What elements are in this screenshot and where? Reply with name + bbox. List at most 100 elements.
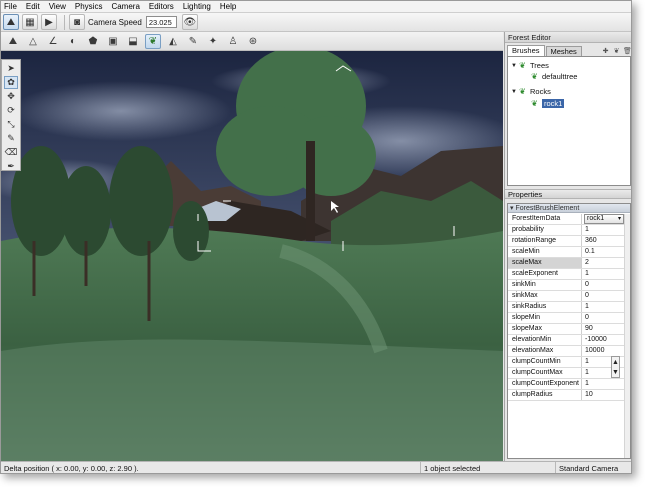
property-value[interactable]: rock1 ▾ (582, 214, 630, 224)
property-value[interactable]: 1 (582, 225, 630, 235)
menu-lighting[interactable]: Lighting (183, 2, 211, 11)
property-row[interactable]: slopeMin 0 (508, 313, 630, 324)
world-editor-icon[interactable]: ⛰ (3, 14, 19, 30)
property-row[interactable]: probability 1 (508, 225, 630, 236)
tab-brushes[interactable]: Brushes (507, 45, 545, 56)
sphere-icon[interactable]: ◐ (65, 34, 81, 49)
menu-editors[interactable]: Editors (149, 2, 174, 11)
arrow-down-icon[interactable]: ▼ (612, 369, 619, 376)
mesh-road-icon[interactable]: ◭ (165, 34, 181, 49)
property-key: sinkRadius (508, 302, 582, 312)
property-key: elevationMax (508, 346, 582, 356)
property-row[interactable]: scaleMin 0.1 (508, 247, 630, 258)
collapse-triangle-icon[interactable]: ▾ (510, 205, 514, 212)
property-key: slopeMax (508, 324, 582, 334)
tree-node-rock1[interactable]: ❦ rock1 (530, 98, 565, 109)
property-value[interactable]: 1 (582, 368, 630, 378)
chevron-down-icon[interactable]: ▾ (618, 215, 621, 223)
new-brush-icon[interactable]: ✚ (601, 46, 610, 55)
editor-window: File Edit View Physics Camera Editors Li… (0, 0, 632, 474)
property-value[interactable]: 0.1 (582, 247, 630, 257)
terrain-paint-icon[interactable]: △ (25, 34, 41, 49)
play-icon[interactable]: ▶ (41, 14, 57, 30)
road-editor-icon[interactable]: ∠ (45, 34, 61, 49)
property-row[interactable]: scaleMax 2 (508, 258, 630, 269)
material-icon[interactable]: ▣ (105, 34, 121, 49)
property-value[interactable]: 0 (582, 280, 630, 290)
camera-speed-input[interactable]: 23.025 (145, 16, 177, 28)
property-row[interactable]: clumpCountExponent 1 (508, 379, 630, 390)
property-value[interactable]: 90 (582, 324, 630, 334)
erase-icon[interactable]: ⌫ (4, 146, 18, 159)
gui-editor-icon[interactable]: ▦ (22, 14, 38, 30)
paint-tool-icon[interactable]: ✿ (4, 76, 18, 89)
property-row[interactable]: slopeMax 90 (508, 324, 630, 335)
tree-node-label: Rocks (530, 87, 551, 96)
property-value[interactable]: 10 (582, 390, 630, 400)
property-key: rotationRange (508, 236, 582, 246)
property-row[interactable]: scaleExponent 1 (508, 269, 630, 280)
property-value[interactable]: 1 (582, 302, 630, 312)
property-key: slopeMin (508, 313, 582, 323)
shield-icon[interactable]: ⬟ (85, 34, 101, 49)
leaf-icon: ❦ (531, 72, 538, 81)
decal-icon[interactable]: ⬓ (125, 34, 141, 49)
new-element-icon[interactable]: ❦ (612, 46, 621, 55)
menu-file[interactable]: File (4, 2, 17, 11)
menu-view[interactable]: View (49, 2, 66, 11)
tree-node-defaulttree[interactable]: ❦ defaulttree (530, 71, 577, 82)
property-value[interactable]: 10000 (582, 346, 630, 356)
collapse-triangle-icon[interactable]: ▼ (511, 89, 518, 95)
toolbar-separator (64, 14, 65, 30)
camera-icon[interactable]: ◙ (69, 14, 85, 30)
menu-camera[interactable]: Camera (111, 2, 139, 11)
property-row[interactable]: rotationRange 360 (508, 236, 630, 247)
rotate-icon[interactable]: ⟳ (4, 104, 18, 117)
property-grid-scrollbar[interactable] (624, 214, 630, 458)
scene-viewport[interactable] (1, 51, 503, 461)
menu-help[interactable]: Help (220, 2, 236, 11)
menu-edit[interactable]: Edit (26, 2, 40, 11)
brush-icon[interactable]: ✎ (185, 34, 201, 49)
property-value[interactable]: -10000 (582, 335, 630, 345)
particle-icon[interactable]: ✦ (205, 34, 221, 49)
property-row[interactable]: sinkRadius 1 (508, 302, 630, 313)
spinner-arrows[interactable]: ▲ ▼ (611, 356, 620, 378)
menu-physics[interactable]: Physics (75, 2, 103, 11)
move-icon[interactable]: ✥ (4, 90, 18, 103)
property-row[interactable]: sinkMax 0 (508, 291, 630, 302)
arrow-up-icon[interactable]: ▲ (612, 359, 619, 366)
scale-icon[interactable]: ⤡ (4, 118, 18, 131)
tree-node-trees[interactable]: ▼ ❦ Trees (511, 60, 549, 71)
property-group-header[interactable]: ▾ ForestBrushElement (508, 204, 630, 213)
eyedropper-icon[interactable]: ✒ (4, 160, 18, 173)
collapse-triangle-icon[interactable]: ▼ (511, 63, 518, 69)
property-key: scaleMin (508, 247, 582, 257)
forest-leaf-icon[interactable]: ❦ (145, 33, 161, 49)
tree-node-rocks[interactable]: ▼ ❦ Rocks (511, 86, 551, 97)
property-row[interactable]: ForestItemData rock1 ▾ (508, 214, 630, 225)
property-row[interactable]: elevationMin -10000 (508, 335, 630, 346)
visibility-eye-icon[interactable]: 👁 (181, 14, 198, 30)
forest-item-data-dropdown[interactable]: rock1 ▾ (584, 214, 624, 224)
navmesh-icon[interactable]: ⊛ (245, 34, 261, 49)
tab-meshes[interactable]: Meshes (545, 46, 582, 56)
shape-editor-icon[interactable]: ♙ (225, 34, 241, 49)
terrain-sculpt-icon[interactable]: ⛰ (5, 34, 21, 49)
property-value[interactable]: 0 (582, 291, 630, 301)
property-value[interactable]: 0 (582, 313, 630, 323)
property-key: scaleMax (508, 258, 582, 268)
property-key: scaleExponent (508, 269, 582, 279)
property-value[interactable]: 2 (582, 258, 630, 268)
property-value[interactable]: 1 (582, 269, 630, 279)
property-row[interactable]: clumpRadius 10 (508, 390, 630, 401)
select-arrow-icon[interactable]: ➤ (4, 62, 18, 75)
property-row[interactable]: sinkMin 0 (508, 280, 630, 291)
property-value[interactable]: 1 (582, 357, 630, 367)
property-key: elevationMin (508, 335, 582, 345)
property-value[interactable]: 360 (582, 236, 630, 246)
delete-trash-icon[interactable]: 🗑 (623, 46, 631, 55)
pencil-icon[interactable]: ✎ (4, 132, 18, 145)
status-bar: Delta position ( x: 0.00, y: 0.00, z: 2.… (1, 461, 631, 473)
property-value[interactable]: 1 (582, 379, 630, 389)
